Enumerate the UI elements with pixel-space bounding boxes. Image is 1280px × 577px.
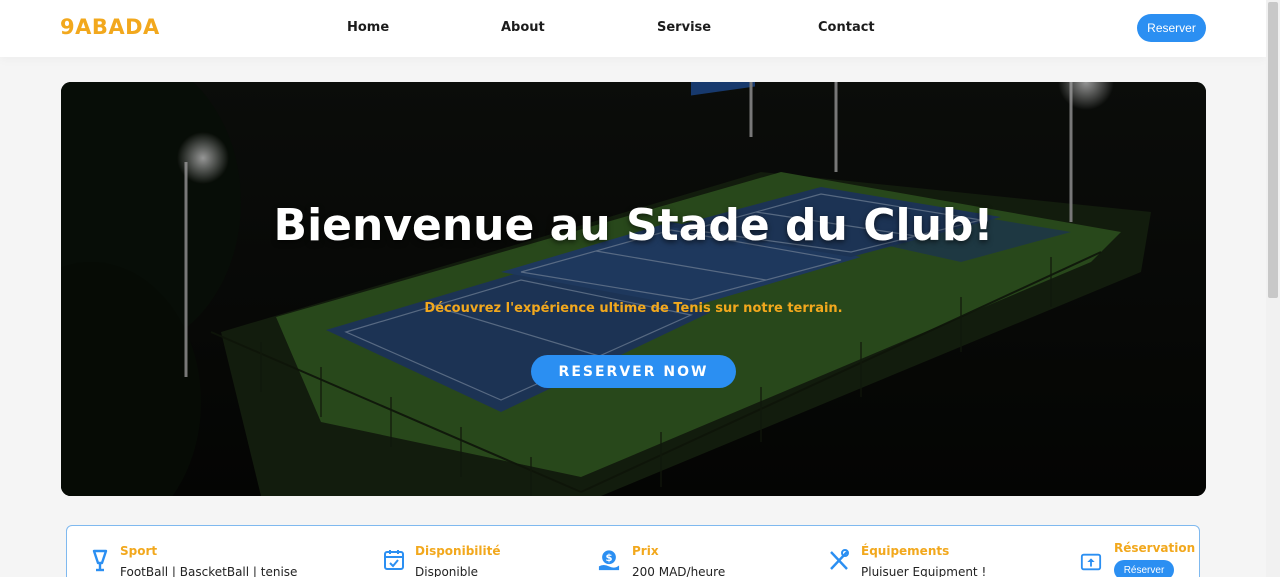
info-item-equipements: Équipements Pluisuer Equipment ! <box>828 526 1048 577</box>
upload-box-icon <box>1080 553 1102 571</box>
info-value-prix: 200 MAD/heure <box>632 565 726 577</box>
nav-link-about[interactable]: About <box>501 20 545 35</box>
info-label-prix: Prix <box>632 544 659 558</box>
hero-subtitle: Découvrez l'expérience ultime de Tenis s… <box>424 301 843 316</box>
hero-banner: Bienvenue au Stade du Club! Découvrez l'… <box>61 82 1206 496</box>
hero-reserver-now-button[interactable]: RESERVER NOW <box>531 355 736 388</box>
info-item-sport: Sport FootBall | BascketBall | tenise <box>89 526 389 577</box>
scrollbar-thumb[interactable] <box>1268 2 1278 298</box>
hero-title: Bienvenue au Stade du Club! <box>273 200 994 251</box>
info-value-disponibilite: Disponible <box>415 565 479 577</box>
info-item-reservation: Réservation Réserver <box>1080 526 1200 577</box>
info-value-sport: FootBall | BascketBall | tenise <box>120 565 298 577</box>
tools-icon <box>830 549 849 570</box>
header-reserver-button[interactable]: Reserver <box>1137 14 1206 42</box>
hero-background-tennis-court-image <box>61 82 1206 496</box>
site-header: 9ABADA Home About Servise Contact Reserv… <box>0 0 1266 57</box>
info-label-equipements: Équipements <box>861 544 950 558</box>
info-label-sport: Sport <box>120 544 158 558</box>
nav-link-contact[interactable]: Contact <box>818 20 875 35</box>
page-scrollbar[interactable] <box>1266 0 1280 577</box>
nav-link-servise[interactable]: Servise <box>657 20 711 35</box>
info-label-reservation: Réservation <box>1114 541 1196 555</box>
trophy-icon <box>92 549 108 572</box>
site-logo[interactable]: 9ABADA <box>60 15 160 39</box>
info-item-prix: $ Prix 200 MAD/heure <box>598 526 798 577</box>
info-reserver-button[interactable]: Réserver <box>1114 560 1174 577</box>
info-value-equipements: Pluisuer Equipment ! <box>861 565 987 577</box>
info-label-disponibilite: Disponibilité <box>415 544 501 558</box>
money-hand-icon: $ <box>598 550 620 571</box>
nav-link-home[interactable]: Home <box>347 20 389 35</box>
calendar-check-icon <box>384 550 404 570</box>
info-item-disponibilite: Disponibilité Disponible <box>383 526 583 577</box>
info-bar: Sport FootBall | BascketBall | tenise Di… <box>66 525 1200 577</box>
svg-text:$: $ <box>605 553 612 564</box>
